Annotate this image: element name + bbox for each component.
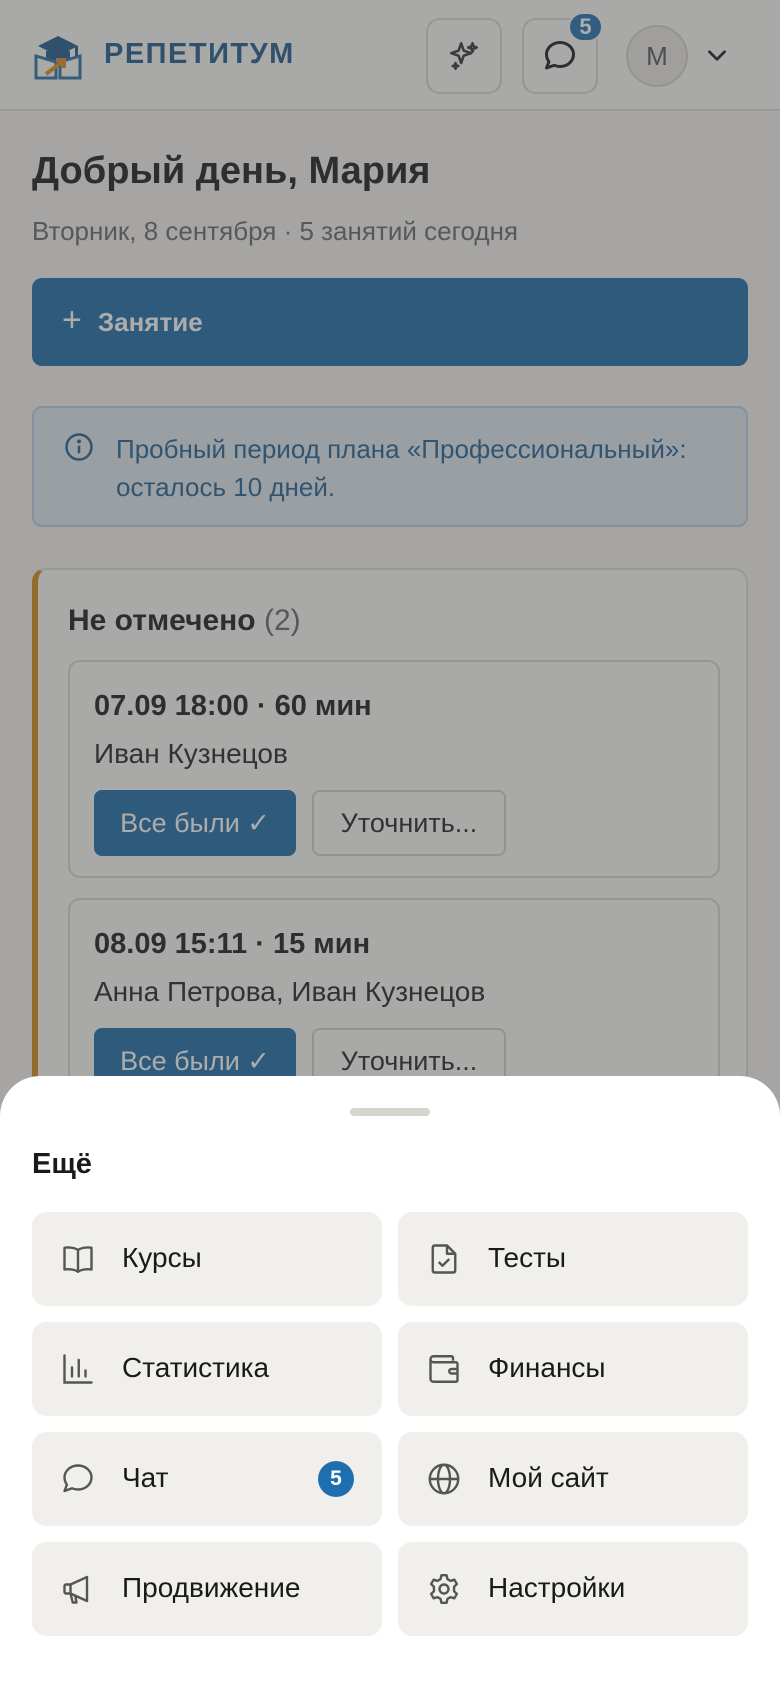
menu-item-label: Мой сайт [488,1462,609,1493]
menu-item-finances[interactable]: Финансы [398,1322,748,1416]
sheet-title: Ещё [32,1148,92,1180]
menu-item-promotion[interactable]: Продвижение [32,1542,382,1636]
menu-item-settings[interactable]: Настройки [398,1542,748,1636]
menu-item-label: Финансы [488,1352,606,1383]
file-check-icon [431,1244,457,1274]
menu-item-tests[interactable]: Тесты [398,1212,748,1306]
wallet-icon [429,1355,459,1383]
menu-item-statistics[interactable]: Статистика [32,1322,382,1416]
menu-item-label: Статистика [122,1352,270,1383]
menu-item-label: Курсы [122,1242,202,1273]
menu-item-label: Чат [122,1462,169,1493]
book-icon [63,1246,93,1273]
more-menu-sheet: Ещё Курсы Тесты Статистика Финансы Чат 5… [0,1076,780,1688]
menu-item-courses[interactable]: Курсы [32,1212,382,1306]
menu-item-label: Тесты [488,1242,567,1273]
chat-count-badge: 5 [318,1461,354,1497]
message-icon [63,1464,93,1493]
globe-icon [428,1463,460,1495]
menu-item-my-site[interactable]: Мой сайт [398,1432,748,1526]
menu-item-label: Продвижение [122,1572,301,1603]
drag-handle[interactable] [350,1108,430,1116]
bar-chart-icon [63,1354,93,1384]
menu-item-label: Настройки [488,1572,626,1603]
megaphone-icon [63,1575,89,1604]
menu-item-chat[interactable]: Чат 5 [32,1432,382,1526]
gear-icon [429,1574,459,1604]
